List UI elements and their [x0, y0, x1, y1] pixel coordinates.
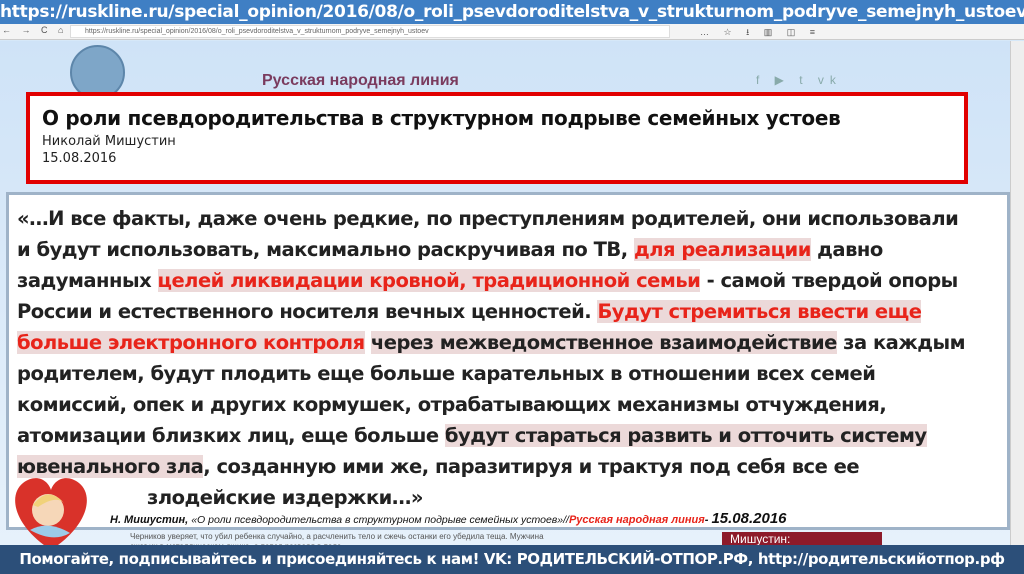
social-icons[interactable]: f ▶ t vk [756, 73, 842, 87]
citation-source: Русская народная линия [568, 514, 705, 526]
parent-resistance-logo [15, 478, 87, 550]
quote-line: комиссий, опек и других кормушек, отраба… [17, 389, 997, 420]
article-title: О роли псевдородительства в структурном … [42, 106, 841, 130]
quote-line: больше электронного контроля через межве… [17, 327, 997, 358]
quote-segment: и будут использовать, максимально раскру… [17, 238, 634, 261]
sidebar-label: Мишустин: [722, 532, 882, 546]
quote-box: «…И все факты, даже очень редкие, по пре… [6, 192, 1010, 530]
quote-segment: родителем, будут плодить еще больше кара… [17, 362, 876, 385]
quote-segment: комиссий, опек и других кормушек, отраба… [17, 393, 887, 416]
quote-segment: через межведомственное взаимодействие [370, 331, 837, 354]
url-banner: https://ruskline.ru/special_opinion/2016… [0, 0, 1024, 24]
quote-line: атомизации близких лиц, еще больше будут… [17, 420, 997, 451]
quote-line: злодейские издержки…» [17, 482, 997, 513]
nav-buttons[interactable]: ← → C ⌂ [2, 25, 67, 35]
quote-line: задуманных целей ликвидации кровной, тра… [17, 265, 997, 296]
quote-segment: России и естественного носителя вечных ц… [17, 300, 598, 323]
scrollbar[interactable] [1010, 41, 1024, 545]
toolbar-icons[interactable]: … ☆ ⭳ ▥ ◫ ≡ [700, 25, 821, 41]
citation: Н. Мишустин, «О роли псевдородительства … [110, 510, 787, 527]
site-name[interactable]: Русская народная линия [262, 72, 459, 90]
title-box: О роли псевдородительства в структурном … [26, 92, 968, 184]
footer-banner: Помогайте, подписывайтесь и присоединяйт… [0, 545, 1024, 574]
article-author: Николай Мишустин [42, 134, 176, 149]
quote-segment: Будут стремиться ввести еще [597, 300, 922, 323]
quote-line: родителем, будут плодить еще больше кара… [17, 358, 997, 389]
quote-segment: целей ликвидации кровной, традиционной с… [157, 269, 701, 292]
quote-segment [365, 331, 371, 354]
quote-segment: - самой твердой опоры [700, 269, 959, 292]
quote-segment: задуманных [17, 269, 158, 292]
quote-line: ювенального зла, созданную ими же, параз… [17, 451, 997, 482]
quote-line: России и естественного носителя вечных ц… [17, 296, 997, 327]
quote-segment: атомизации близких лиц, еще больше [17, 424, 445, 447]
quote-segment: за каждым [836, 331, 966, 354]
quote-segment: , созданную ими же, паразитируя и тракту… [203, 455, 860, 478]
citation-author: Н. Мишустин, [110, 514, 192, 526]
quote-segment: давно [810, 238, 883, 261]
quote-segment: «…И все факты, даже очень редкие, по пре… [17, 207, 959, 230]
quote-segment: для реализации [633, 238, 811, 261]
browser-toolbar: ← → C ⌂ https://ruskline.ru/special_opin… [0, 24, 1024, 40]
article-date: 15.08.2016 [42, 151, 117, 166]
quote-segment: будут стараться развить и отточить систе… [444, 424, 927, 447]
quote-line: и будут использовать, максимально раскру… [17, 234, 997, 265]
quote-segment: злодейские издержки…» [147, 486, 423, 509]
quote-line: «…И все факты, даже очень редкие, по пре… [17, 203, 997, 234]
citation-date: 15.08.2016 [711, 510, 787, 527]
address-bar[interactable]: https://ruskline.ru/special_opinion/2016… [70, 25, 670, 38]
bg-line: Черников уверяет, что убил ребенка случа… [130, 532, 544, 541]
citation-title: «О роли псевдородительства в структурном… [191, 514, 569, 526]
quote-segment: больше электронного контроля [17, 331, 365, 354]
